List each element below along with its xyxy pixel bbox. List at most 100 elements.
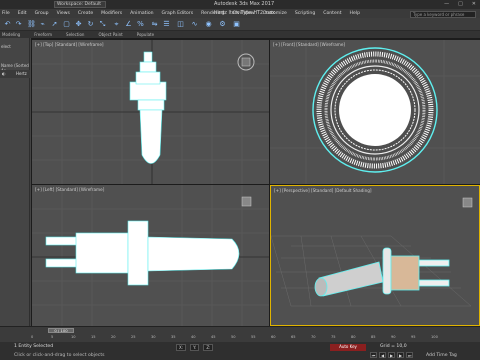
ribbon-tabs: Modeling Freeform Selection Object Paint… [0, 31, 480, 38]
menu-edit[interactable]: Edit [18, 11, 27, 16]
x-coordinate-field[interactable]: X: [176, 344, 187, 351]
z-coordinate-field[interactable]: Z: [203, 344, 214, 351]
mirror-icon[interactable]: ⇋ [150, 20, 159, 29]
align-icon[interactable]: ☰ [162, 20, 171, 29]
timeline-tick: 65 [291, 335, 296, 339]
timeline-tick: 5 [51, 335, 54, 339]
app-title: Autodesk 3ds Max 2017 [214, 1, 275, 7]
timeline-tick: 90 [391, 335, 396, 339]
timeline-tick: 10 [71, 335, 76, 339]
prompt-text: Click or click-and-drag to select object… [14, 353, 105, 358]
add-time-tag[interactable]: Add Time Tag [426, 353, 457, 358]
timeline-tick: 100 [431, 335, 438, 339]
viewport-front[interactable]: [+] [Front] [Standard] [Wireframe] [270, 40, 480, 184]
viewport-perspective[interactable]: [+] [Perspective] [Standard] [Default Sh… [270, 185, 480, 326]
link-icon[interactable]: ⛓ [27, 20, 36, 29]
timeline-tick: 20 [111, 335, 116, 339]
play-icon[interactable]: ▶ [388, 352, 395, 358]
perspective-view-drawing [271, 197, 473, 307]
workspace-dropdown[interactable]: Workspace: Default [54, 1, 106, 8]
menu-create[interactable]: Create [78, 11, 93, 16]
menu-animation[interactable]: Animation [130, 11, 153, 16]
viewcube-icon[interactable] [241, 196, 252, 207]
previous-frame-icon[interactable]: ◀ [379, 352, 386, 358]
timeline-tick: 55 [251, 335, 256, 339]
angle-snap-icon[interactable]: ∠ [124, 20, 133, 29]
timeline-tick: 50 [231, 335, 236, 339]
left-view-drawing [32, 185, 269, 326]
tab-object-paint[interactable]: Object Paint [98, 32, 122, 37]
time-slider[interactable]: 0 / 100 [48, 328, 74, 333]
snap-icon[interactable]: ⌖ [112, 20, 121, 29]
timeline-tick: 40 [191, 335, 196, 339]
undo-icon[interactable]: ↶ [3, 20, 12, 29]
render-setup-icon[interactable]: ⚙ [218, 20, 227, 29]
viewcube-icon[interactable] [462, 197, 473, 208]
menu-views[interactable]: Views [57, 11, 70, 16]
selection-status: 1 Entity Selected [14, 344, 54, 349]
menu-content[interactable]: Content [323, 11, 341, 16]
render-icon[interactable]: ▣ [232, 20, 241, 29]
next-frame-icon[interactable]: ▶ [397, 352, 404, 358]
menu-modifiers[interactable]: Modifiers [101, 11, 122, 16]
layer-icon[interactable]: ◫ [176, 20, 185, 29]
redo-icon[interactable]: ↷ [14, 20, 23, 29]
viewport-label[interactable]: [+] [Left] [Standard] [Wireframe] [35, 187, 104, 192]
tab-modeling[interactable]: Modeling [2, 32, 20, 37]
timeline-tick: 25 [131, 335, 136, 339]
close-icon[interactable]: ✕ [472, 1, 476, 7]
timeline-tick: 45 [211, 335, 216, 339]
menu-group[interactable]: Group [35, 11, 49, 16]
file-title: Hertz Item Type HT2.max [214, 11, 276, 16]
timeline-tick: 95 [411, 335, 416, 339]
select-region-icon[interactable]: ▢ [62, 20, 71, 29]
minimize-icon[interactable]: — [444, 1, 449, 7]
go-to-end-icon[interactable]: ⏭ [406, 352, 413, 358]
viewport-label[interactable]: [+] [Perspective] [Standard] [Default Sh… [274, 188, 372, 193]
list-item[interactable]: ◐ Hertz [0, 70, 30, 78]
menu-scripting[interactable]: Scripting [295, 11, 315, 16]
timeline-tick: 75 [331, 335, 336, 339]
select-icon[interactable]: ➚ [50, 20, 59, 29]
menu-graph-editors[interactable]: Graph Editors [162, 11, 194, 16]
viewport-top[interactable]: [+] [Top] [Standard] [Wireframe] [32, 40, 269, 184]
auto-key-button[interactable]: Auto Key [330, 344, 366, 351]
menu-file[interactable]: File [2, 11, 10, 16]
percent-snap-icon[interactable]: % [136, 20, 145, 29]
viewport-label[interactable]: [+] [Front] [Standard] [Wireframe] [273, 42, 345, 47]
viewport-left[interactable]: [+] [Left] [Standard] [Wireframe] [32, 185, 269, 326]
scale-icon[interactable]: ⤡ [98, 20, 107, 29]
list-item-label: Hertz [16, 71, 27, 76]
rotate-icon[interactable]: ↻ [86, 20, 95, 29]
title-bar: Workspace: Default Autodesk 3ds Max 2017… [0, 0, 480, 9]
search-input[interactable]: Type a keyword or phrase [410, 11, 476, 18]
menu-help[interactable]: Help [350, 11, 360, 16]
scene-explorer-title: elect [1, 44, 11, 49]
material-editor-icon[interactable]: ◉ [204, 20, 213, 29]
curve-editor-icon[interactable]: ∿ [190, 20, 199, 29]
tab-populate[interactable]: Populate [137, 32, 154, 37]
grid-size: Grid = 10,0 [380, 344, 407, 349]
window-controls: — □ ✕ [444, 1, 476, 7]
viewport-area: [+] [Top] [Standard] [Wireframe] [+] [Fr… [31, 38, 480, 326]
viewport-label[interactable]: [+] [Top] [Standard] [Wireframe] [35, 42, 104, 47]
timeline-tick: 35 [171, 335, 176, 339]
timeline-tick: 30 [151, 335, 156, 339]
scene-explorer: elect Name (Sorted As ◐ Hertz [0, 38, 30, 328]
timeline-tick: 70 [311, 335, 316, 339]
viewcube-icon[interactable] [237, 53, 255, 71]
move-icon[interactable]: ✥ [74, 20, 83, 29]
main-toolbar: ↶ ↷ ⛓ ⌁ ➚ ▢ ✥ ↻ ⤡ ⌖ ∠ % ⇋ ☰ ◫ ∿ ◉ ⚙ ▣ Cr… [0, 18, 480, 46]
maximize-icon[interactable]: □ [458, 1, 463, 7]
timeline: 0 / 100 0 5 10 15 20 25 30 35 40 45 50 5… [0, 326, 480, 342]
y-coordinate-field[interactable]: Y: [190, 344, 200, 351]
coordinate-fields: X: Y: Z: [176, 344, 214, 351]
visibility-icon[interactable]: ◐ [2, 71, 6, 76]
timeline-tick: 80 [351, 335, 356, 339]
tab-freeform[interactable]: Freeform [34, 32, 52, 37]
top-view-drawing [32, 40, 269, 184]
tab-selection[interactable]: Selection [66, 32, 84, 37]
timeline-tick: 0 [31, 335, 34, 339]
unlink-icon[interactable]: ⌁ [38, 20, 47, 29]
go-to-start-icon[interactable]: ⏮ [370, 352, 377, 358]
